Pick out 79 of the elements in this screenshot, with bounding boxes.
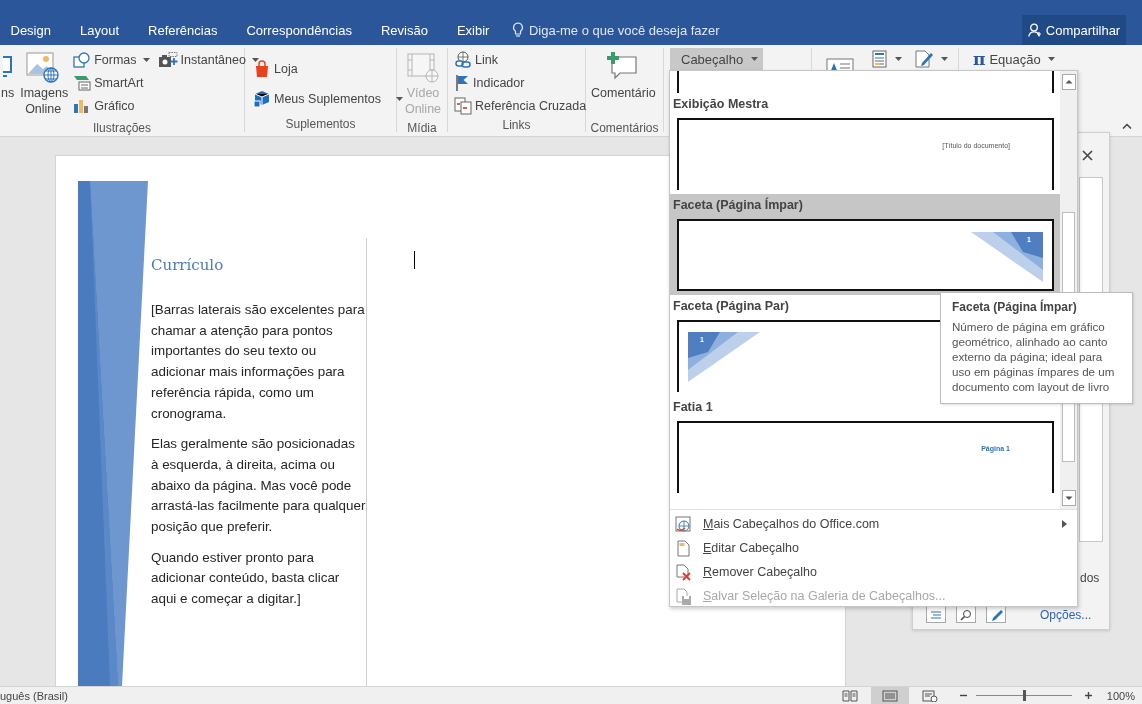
globe-page-icon [675,515,692,533]
group-label: Comentários [589,120,660,136]
tooltip-text: Número de página em gráfico geométrico, alinhado ao canto externo da página; ideal para uso em páginas ímpares de um documento com layout de livro [952,319,1116,394]
body-paragraph: [Barras laterais são excelentes para chamar a atenção para pontos importantes do seu texto ou adicionar mais informações para referência rápida, como um cronograma. [151,301,366,423]
close-icon[interactable] [1082,149,1093,161]
caret-icon [251,57,259,62]
scroll-down-icon[interactable] [1061,490,1076,506]
book-icon [841,689,858,702]
view-button[interactable] [870,687,909,704]
menu-item[interactable]: Editar Cabeçalho [670,536,1077,560]
submenu-arrow-icon [1062,520,1067,528]
group-label: Links [501,117,532,133]
pane-text: dos [1080,571,1101,585]
menu-item[interactable]: Remover Cabeçalho [670,560,1077,584]
header-button[interactable]: Cabeçalho [670,48,763,70]
align-icon [929,608,943,621]
smartart-icon [73,74,92,91]
scroll-up-icon[interactable] [1061,74,1076,90]
triangle-graphic [971,232,1043,282]
ribbon-button[interactable]: Imagens Online [19,48,68,120]
menu-item[interactable]: Mais Cabeçalhos do Office.com [670,512,1077,536]
ribbon-button[interactable]: ns [0,48,16,120]
cross-reference-icon [454,96,472,115]
ribbon-button[interactable]: Referência Cruzada [452,94,589,117]
slider-thumb[interactable] [1022,690,1026,701]
group-label: Mídia [406,120,438,136]
shopping-bag-icon [253,59,271,78]
caret-icon [396,96,403,101]
toolbar-button[interactable] [912,48,950,70]
text-cursor [414,251,415,269]
camera-icon [157,51,178,68]
body-paragraph: Elas geralmente são posicionadas à esquerda, à direita, acima ou abaixo da página. Mas você pode arrastá-las facilmente para qualquer posição que preferir. [151,435,366,537]
caret-icon [142,57,150,62]
caret-icon [941,57,948,61]
cubes-icon [253,89,271,108]
share-button[interactable]: Compartilhar [1022,15,1126,45]
page-layout-icon [881,689,898,702]
web-layout-icon [921,689,938,702]
flag-icon [454,73,470,92]
ribbon-tab[interactable]: Exibir [442,15,504,45]
toolbar-button[interactable]: π Equação [971,48,1057,70]
triangle-graphic [688,332,760,382]
tell-me-field[interactable]: Diga-me o que você deseja fazer [528,22,729,38]
tooltip-title: Faceta (Página Ímpar) [952,300,1078,314]
search-icon [959,608,973,621]
ribbon-tab[interactable]: Design [0,15,66,45]
ribbon-button[interactable]: SmartArt [71,71,152,94]
zoom-in-icon[interactable] [1083,691,1093,700]
caret-icon [751,57,759,61]
ribbon-button[interactable]: Indicador [452,71,589,94]
group-label: Ilustrações [92,120,152,136]
signature-pen-icon [914,50,934,68]
link-icon [454,50,472,69]
ribbon-button[interactable]: Formas [71,48,152,71]
caret-icon [895,57,902,61]
quick-parts-icon [872,50,888,68]
shapes-icon [73,51,92,68]
zoom-level[interactable]: 100% [1106,689,1135,702]
ribbon-button[interactable]: Link [452,48,589,71]
online-pictures-icon [26,51,61,83]
remove-page-icon [675,563,692,581]
document-heading: Currículo [151,256,225,274]
ribbon-tab[interactable]: Referências [133,15,232,45]
ribbon-button[interactable]: Comentário [590,48,657,120]
lightbulb-icon [511,22,524,38]
film-icon [406,51,440,83]
ribbon-tab[interactable]: Layout [65,15,134,45]
ribbon-tab[interactable]: Correspondências [231,15,367,45]
ribbon-tab[interactable]: Revisão [366,15,443,45]
ribbon-button[interactable]: Gráfico [71,94,152,117]
person-icon [1027,23,1042,37]
caret-icon [1047,57,1055,61]
body-paragraph: Quando estiver pronto para adicionar conteúdo, basta clicar aqui e começar a digitar.] [151,548,341,609]
language-status[interactable]: uguês (Brasil) [0,689,68,702]
group-label: Suplementos [284,116,357,132]
collapse-ribbon-icon[interactable] [1122,123,1132,129]
options-link[interactable]: Opções... [1040,607,1092,622]
page-icon [675,539,692,557]
toolbar-button[interactable] [870,48,904,70]
